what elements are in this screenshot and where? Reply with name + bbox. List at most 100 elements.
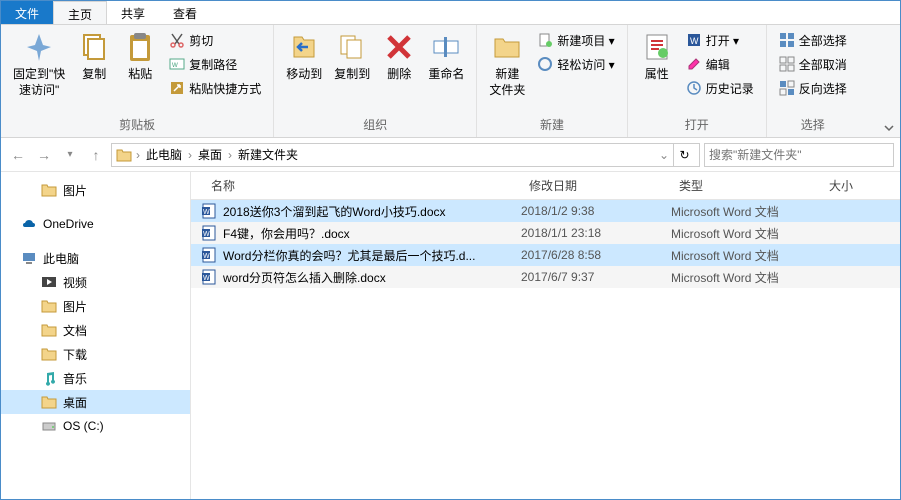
video-icon	[41, 274, 57, 290]
nav-up-button[interactable]: ↑	[85, 144, 107, 166]
search-box[interactable]	[704, 143, 894, 167]
chevron-right-icon[interactable]: ›	[186, 148, 194, 162]
sidebar-item[interactable]: 图片	[1, 294, 190, 318]
file-type: Microsoft Word 文档	[671, 203, 821, 220]
edit-icon	[686, 56, 702, 72]
edit-button[interactable]: 编辑	[680, 53, 760, 75]
open-button[interactable]: W 打开 ▾	[680, 29, 760, 51]
newfolder-button[interactable]: 新建 文件夹	[483, 27, 531, 102]
file-name: word分页符怎么插入删除.docx	[223, 269, 386, 286]
search-input[interactable]	[709, 148, 889, 162]
file-row[interactable]: WWord分栏你真的会吗？尤其是最后一个技巧.d...2017/6/28 8:5…	[191, 244, 900, 266]
sidebar-item[interactable]: 图片	[1, 178, 190, 202]
breadcrumb-seg-1[interactable]: 桌面	[196, 146, 224, 163]
nav-sidebar[interactable]: 图片OneDrive此电脑视频图片文档下载音乐桌面OS (C:)	[1, 172, 191, 499]
easyaccess-button[interactable]: 轻松访问 ▾	[531, 53, 620, 75]
file-name: Word分栏你真的会吗？尤其是最后一个技巧.d...	[223, 247, 475, 264]
delete-icon	[383, 31, 415, 63]
group-new: 新建 文件夹 新建项目 ▾ 轻松访问 ▾ 新建	[477, 25, 627, 137]
sidebar-item[interactable]: 音乐	[1, 366, 190, 390]
svg-text:w: w	[171, 60, 178, 69]
sidebar-item[interactable]: OS (C:)	[1, 414, 190, 438]
moveto-button[interactable]: 移动到	[280, 27, 328, 87]
group-clipboard: 固定到"快 速访问" 复制 粘贴 剪切 w 复制路径	[1, 25, 274, 137]
pin-quickaccess-button[interactable]: 固定到"快 速访问"	[7, 27, 71, 102]
sidebar-item[interactable]: 下载	[1, 342, 190, 366]
folder-icon	[41, 182, 57, 198]
breadcrumb-seg-0[interactable]: 此电脑	[144, 146, 184, 163]
sidebar-item[interactable]: 文档	[1, 318, 190, 342]
col-size[interactable]: 大小	[821, 177, 900, 194]
nav-recent-button[interactable]: ▾	[59, 144, 81, 166]
word-doc-icon: W	[201, 203, 217, 219]
address-bar: ← → ▾ ↑ › 此电脑 › 桌面 › 新建文件夹 ⌄ ↻	[1, 138, 900, 172]
invert-icon	[779, 80, 795, 96]
sidebar-item-label: 图片	[63, 182, 87, 199]
folder-icon	[41, 298, 57, 314]
nav-forward-button[interactable]: →	[33, 144, 55, 166]
nav-back-button[interactable]: ←	[7, 144, 29, 166]
sidebar-item[interactable]: OneDrive	[1, 212, 190, 236]
col-date[interactable]: 修改日期	[521, 177, 671, 194]
delete-button[interactable]: 删除	[376, 27, 422, 87]
group-select: 全部选择 全部取消 反向选择 选择	[767, 25, 859, 137]
tab-home[interactable]: 主页	[53, 1, 107, 24]
file-list-pane: 名称 修改日期 类型 大小 W2018送你3个溜到起飞的Word小技巧.docx…	[191, 172, 900, 499]
file-row[interactable]: WF4键，你会用吗？.docx2018/1/1 23:18Microsoft W…	[191, 222, 900, 244]
copypath-button[interactable]: w 复制路径	[163, 53, 267, 75]
sidebar-item-label: 文档	[63, 322, 87, 339]
group-open: 属性 W 打开 ▾ 编辑 历史记录 打开	[628, 25, 767, 137]
onedrive-icon	[21, 216, 37, 232]
drive-icon	[41, 418, 57, 434]
sidebar-item-label: 下载	[63, 346, 87, 363]
selectall-button[interactable]: 全部选择	[773, 29, 853, 51]
file-date: 2017/6/7 9:37	[521, 270, 671, 284]
sidebar-item-label: 桌面	[63, 394, 87, 411]
selectnone-button[interactable]: 全部取消	[773, 53, 853, 75]
chevron-down-icon[interactable]: ⌄	[657, 148, 671, 162]
breadcrumb-seg-2[interactable]: 新建文件夹	[236, 146, 300, 163]
tab-file[interactable]: 文件	[1, 1, 53, 24]
breadcrumb[interactable]: › 此电脑 › 桌面 › 新建文件夹 ⌄ ↻	[111, 143, 700, 167]
pasteshortcut-button[interactable]: 粘贴快捷方式	[163, 77, 267, 99]
file-type: Microsoft Word 文档	[671, 247, 821, 264]
group-label-open: 打开	[634, 114, 760, 135]
chevron-right-icon[interactable]: ›	[226, 148, 234, 162]
sidebar-item-label: OneDrive	[43, 217, 94, 231]
tab-share[interactable]: 共享	[107, 1, 159, 24]
group-label-select: 选择	[773, 114, 853, 135]
copyto-button[interactable]: 复制到	[328, 27, 376, 87]
cut-icon	[169, 32, 185, 48]
invertselect-button[interactable]: 反向选择	[773, 77, 853, 99]
svg-text:W: W	[203, 231, 210, 238]
sidebar-item-label: OS (C:)	[63, 419, 104, 433]
properties-button[interactable]: 属性	[634, 27, 680, 87]
folder-icon	[41, 394, 57, 410]
col-name[interactable]: 名称	[191, 177, 521, 194]
refresh-button[interactable]: ↻	[673, 144, 695, 166]
tab-view[interactable]: 查看	[159, 1, 211, 24]
paste-button[interactable]: 粘贴	[117, 27, 163, 87]
ribbon-collapse-icon[interactable]	[882, 121, 896, 135]
cut-button[interactable]: 剪切	[163, 29, 267, 51]
word-doc-icon: W	[201, 269, 217, 285]
newitem-button[interactable]: 新建项目 ▾	[531, 29, 620, 51]
history-button[interactable]: 历史记录	[680, 77, 760, 99]
copy-button[interactable]: 复制	[71, 27, 117, 87]
selectnone-icon	[779, 56, 795, 72]
col-type[interactable]: 类型	[671, 177, 821, 194]
sidebar-item[interactable]: 桌面	[1, 390, 190, 414]
svg-text:W: W	[203, 253, 210, 260]
file-row[interactable]: W2018送你3个溜到起飞的Word小技巧.docx2018/1/2 9:38M…	[191, 200, 900, 222]
file-row[interactable]: Wword分页符怎么插入删除.docx2017/6/7 9:37Microsof…	[191, 266, 900, 288]
chevron-right-icon[interactable]: ›	[134, 148, 142, 162]
rename-button[interactable]: 重命名	[422, 27, 470, 87]
sidebar-item-label: 此电脑	[43, 250, 79, 267]
properties-icon	[641, 31, 673, 63]
history-icon	[686, 80, 702, 96]
sidebar-item[interactable]: 此电脑	[1, 246, 190, 270]
ribbon: 固定到"快 速访问" 复制 粘贴 剪切 w 复制路径	[1, 25, 900, 138]
moveto-icon	[288, 31, 320, 63]
sidebar-item[interactable]: 视频	[1, 270, 190, 294]
group-organize: 移动到 复制到 删除 重命名 组织	[274, 25, 477, 137]
